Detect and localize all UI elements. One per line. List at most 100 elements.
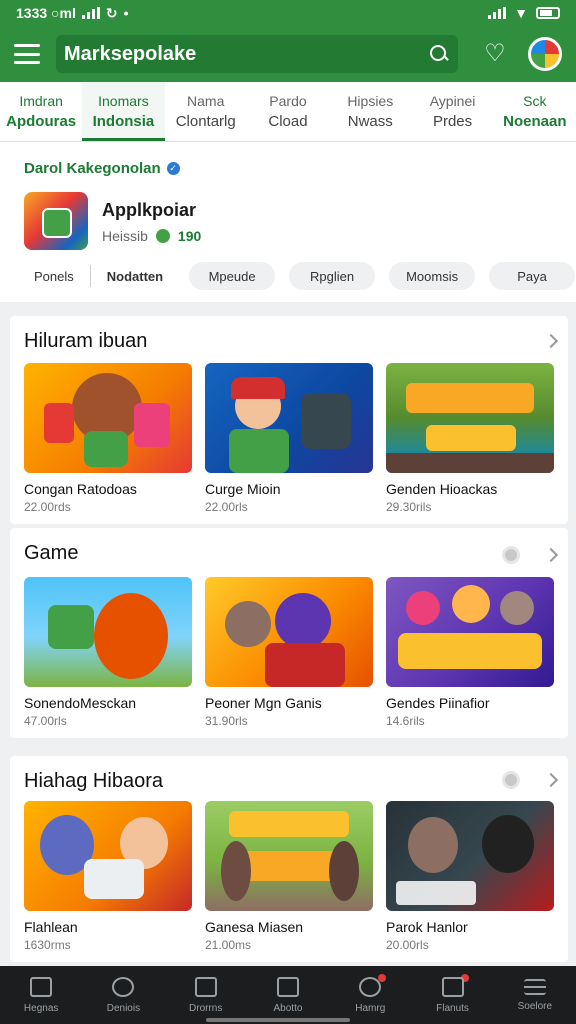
chart-icon xyxy=(441,976,464,997)
app-card[interactable]: Ganesa Miasen 21.00ms xyxy=(205,801,373,952)
category-title-text: Darol Kakegonolan xyxy=(24,160,161,177)
menu-icon[interactable] xyxy=(14,44,40,64)
nav-item-deniois[interactable]: Deniois xyxy=(82,966,164,1024)
tab-6[interactable]: Sck Noenaan xyxy=(494,82,576,141)
app-size: 47.00rls xyxy=(24,714,67,728)
app-card[interactable]: Flahlean 1630rms xyxy=(24,801,192,952)
nav-item-hegnas[interactable]: Hegnas xyxy=(0,966,82,1024)
search-text: Marksepolake xyxy=(64,42,197,65)
nav-label: Abotto xyxy=(273,1002,303,1014)
game-thumbnail xyxy=(205,801,373,911)
nav-item-soelore[interactable]: Soelore xyxy=(494,966,576,1024)
sync-icon: ↻ xyxy=(105,4,118,21)
app-title: Congan Ratodoas xyxy=(24,481,137,497)
chevron-right-icon[interactable] xyxy=(543,772,559,788)
nav-label: Flanuts xyxy=(436,1002,469,1014)
app-card[interactable]: Curge Mioin 22.00rls xyxy=(205,363,373,514)
app-title: Flahlean xyxy=(24,919,78,935)
wishlist-icon[interactable]: ♡ xyxy=(480,39,510,69)
section-title: Game xyxy=(24,542,79,564)
tab-label-top: Inomars xyxy=(98,93,149,109)
nav-item-drorrns[interactable]: Drorrns xyxy=(165,966,247,1024)
tab-label-top: Nama xyxy=(187,93,225,109)
game-thumbnail xyxy=(24,801,192,911)
home-indicator[interactable] xyxy=(206,1018,350,1022)
chip-rpglien[interactable]: Rpglien xyxy=(289,262,376,290)
tab-4[interactable]: Hipsies Nwass xyxy=(329,82,411,141)
tab-3[interactable]: Pardo Cload xyxy=(247,82,329,141)
signal-icon xyxy=(81,7,100,19)
chip-nodatten[interactable]: Nodatten xyxy=(95,262,175,290)
tab-2[interactable]: Nama Clontarlg xyxy=(165,82,247,141)
wifi-icon: ▼ xyxy=(514,5,528,21)
category-card: Darol Kakegonolan ✓ Applkpoiar Heissib 1… xyxy=(0,142,576,302)
app-card[interactable]: Parok Hanlor 20.00rls xyxy=(386,801,554,952)
tab-0[interactable]: Imdran Apdouras xyxy=(0,82,82,141)
game-thumbnail xyxy=(386,577,554,687)
app-bar: Marksepolake ♡ xyxy=(0,26,576,82)
game-thumbnail xyxy=(386,363,554,473)
status-bar: 1333 ○ml ↻ • ▼ xyxy=(0,0,576,26)
app-title: Ganesa Miasen xyxy=(205,919,304,935)
tab-label-top: Pardo xyxy=(269,93,307,109)
nav-label: Hamrg xyxy=(355,1002,386,1014)
app-card[interactable]: SonendoMesckan 47.00rls xyxy=(24,577,192,728)
menu-lines-icon xyxy=(523,978,546,995)
app-size: 31.90rls xyxy=(205,714,248,728)
game-thumbnail xyxy=(24,363,192,473)
app-title: Peoner Mgn Ganis xyxy=(205,695,322,711)
app-size: 21.00ms xyxy=(205,938,252,952)
tab-label-top: Aypinei xyxy=(429,93,476,109)
verified-icon: ✓ xyxy=(166,162,180,175)
notification-dot xyxy=(378,974,387,982)
app-meta: Heissib 190 xyxy=(102,228,201,244)
status-time: 1333 ○ml xyxy=(16,5,76,21)
tab-label-top: Imdran xyxy=(19,93,63,109)
tab-label-bottom: Indonsia xyxy=(92,113,155,130)
divider xyxy=(89,265,91,287)
app-title: Gendes Piinafior xyxy=(386,695,490,711)
share-icon xyxy=(194,976,217,997)
nav-label: Deniois xyxy=(106,1002,141,1014)
game-thumbnail xyxy=(205,577,373,687)
tab-1[interactable]: Inomars Indonsia xyxy=(82,82,165,141)
app-card[interactable]: Gendes Piinafior 14.6rils xyxy=(386,577,554,728)
chevron-right-icon[interactable] xyxy=(543,547,559,563)
app-size: 22.00rls xyxy=(205,500,248,514)
nav-item-abotto[interactable]: Abotto xyxy=(247,966,329,1024)
game-thumbnail xyxy=(205,363,373,473)
game-thumbnail xyxy=(386,801,554,911)
app-icon[interactable] xyxy=(24,192,88,250)
chip-moomsis[interactable]: Moomsis xyxy=(389,262,476,290)
tab-label-bottom: Clontarlg xyxy=(175,113,236,130)
bottom-navigation: Hegnas Deniois Drorrns Abotto Hamrg Flan… xyxy=(0,966,576,1024)
game-thumbnail xyxy=(24,577,192,687)
app-name[interactable]: Applkpoiar xyxy=(102,200,196,221)
chip-mpeude[interactable]: Mpeude xyxy=(189,262,276,290)
app-card[interactable]: Genden Hioackas 29.30rils xyxy=(386,363,554,514)
nav-label: Soelore xyxy=(517,1000,553,1012)
download-icon xyxy=(155,229,170,243)
chevron-right-icon[interactable] xyxy=(543,333,559,349)
filter-chips: Ponels Nodatten Mpeude Rpglien Moomsis P… xyxy=(22,262,576,290)
section-game: Game SonendoMesckan 47.00rls Peoner Mgn … xyxy=(10,528,568,738)
nav-label: Drorrns xyxy=(189,1002,223,1014)
app-card[interactable]: Peoner Mgn Ganis 31.90rls xyxy=(205,577,373,728)
tab-5[interactable]: Aypinei Prdes xyxy=(411,82,493,141)
chip-paya[interactable]: Paya xyxy=(489,262,576,290)
app-size: 20.00rls xyxy=(386,938,429,952)
tab-label-bottom: Prdes xyxy=(432,113,473,130)
section-title: Hiluram ibuan xyxy=(24,330,148,352)
search-icon[interactable] xyxy=(428,43,450,65)
house-icon xyxy=(276,976,299,997)
signal-strength-icon xyxy=(488,7,507,19)
chip-ponels[interactable]: Ponels xyxy=(22,262,86,290)
app-card[interactable]: Congan Ratodoas 22.00rds xyxy=(24,363,192,514)
info-badge-icon xyxy=(502,771,520,789)
info-badge-icon xyxy=(502,546,520,564)
avatar[interactable] xyxy=(528,37,562,71)
nav-item-flanuts[interactable]: Flanuts xyxy=(411,966,493,1024)
tab-label-bottom: Apdouras xyxy=(6,113,77,130)
nav-item-hamrg[interactable]: Hamrg xyxy=(329,966,411,1024)
search-input[interactable]: Marksepolake xyxy=(56,35,458,73)
